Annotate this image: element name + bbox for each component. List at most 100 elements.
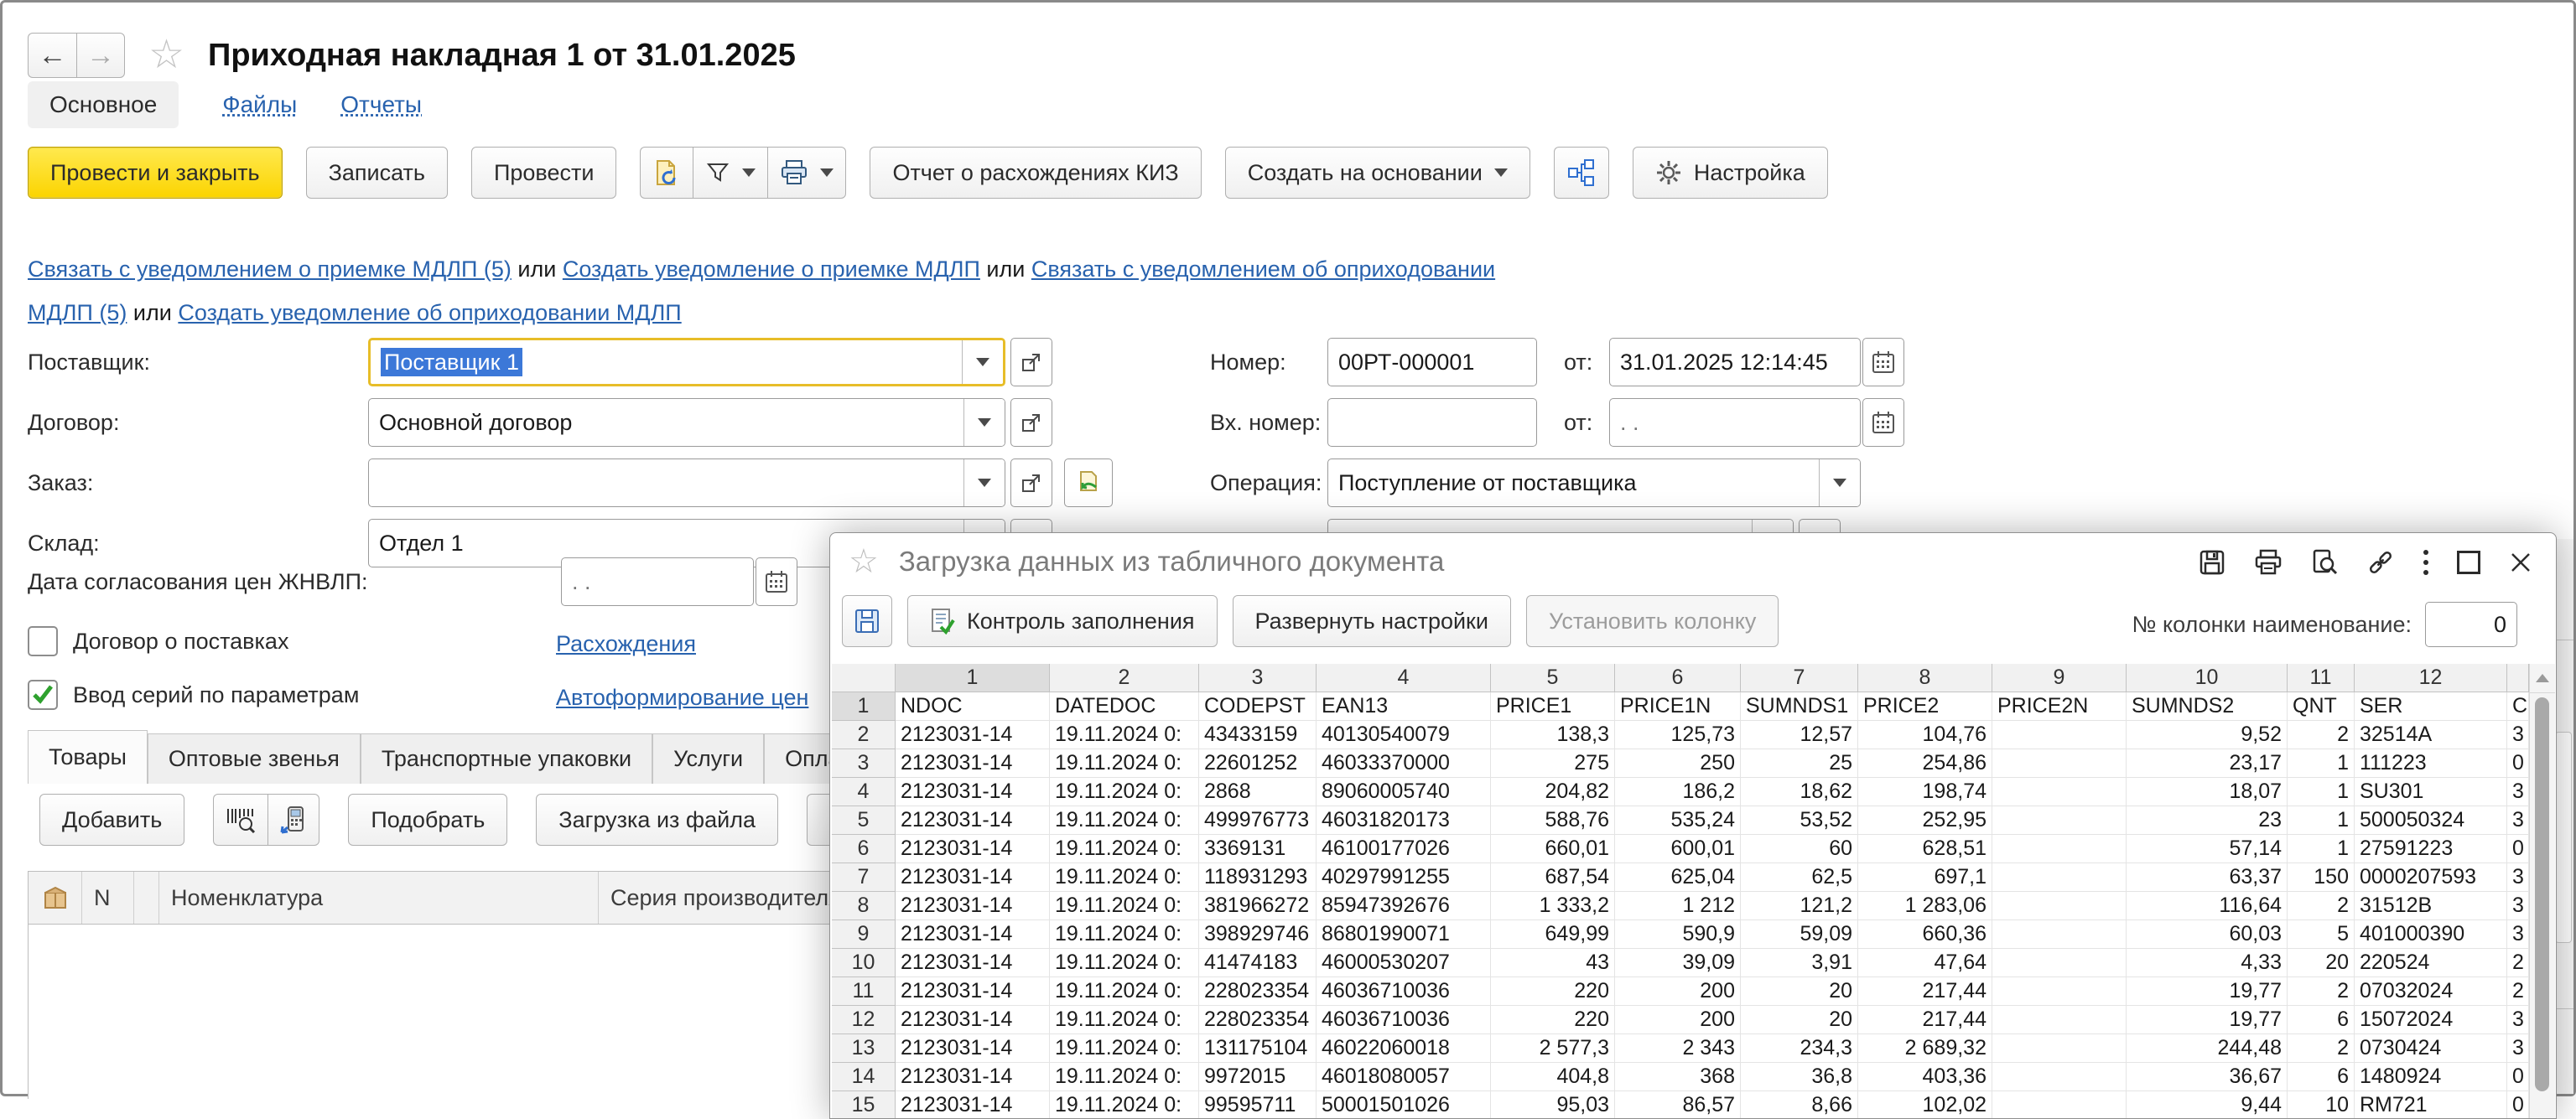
- grid-cell[interactable]: 19.11.2024 0:: [1050, 778, 1199, 806]
- grid-cell[interactable]: 2868: [1199, 778, 1317, 806]
- link-bind-posting-mdlp-wrap[interactable]: МДЛП (5): [28, 300, 127, 325]
- grid-cell[interactable]: 217,44: [1858, 1006, 1992, 1034]
- filter-button[interactable]: [693, 147, 767, 199]
- post-and-close-button[interactable]: Провести и закрыть: [28, 147, 283, 199]
- grid-cell[interactable]: 1480924: [2355, 1063, 2507, 1091]
- column-header[interactable]: 11: [2288, 664, 2355, 692]
- grid-cell[interactable]: 499976773: [1199, 806, 1317, 835]
- grid-cell[interactable]: 118931293: [1199, 863, 1317, 892]
- grid-cell[interactable]: 8,66: [1741, 1091, 1858, 1118]
- grid-cell[interactable]: 2123031-14: [896, 1006, 1050, 1034]
- grid-cell[interactable]: 46000530207: [1317, 949, 1491, 977]
- grid-cell[interactable]: 2123031-14: [896, 920, 1050, 949]
- grid-cell[interactable]: 36,8: [1741, 1063, 1858, 1091]
- row-number[interactable]: 11: [832, 977, 896, 1006]
- row-marker-column-header[interactable]: [29, 872, 82, 924]
- grid-cell[interactable]: 368: [1615, 1063, 1741, 1091]
- grid-cell[interactable]: 19.11.2024 0:: [1050, 977, 1199, 1006]
- grid-cell[interactable]: 89060005740: [1317, 778, 1491, 806]
- row-number[interactable]: 9: [832, 920, 896, 949]
- grid-cell[interactable]: 401000390: [2355, 920, 2507, 949]
- grid-cell[interactable]: 398929746: [1199, 920, 1317, 949]
- grid-cell[interactable]: 95,03: [1491, 1091, 1615, 1118]
- grid-cell[interactable]: 204,82: [1491, 778, 1615, 806]
- column-header[interactable]: 1: [896, 664, 1050, 692]
- grid-cell[interactable]: [1992, 1091, 2127, 1118]
- contract-field[interactable]: Основной договор: [368, 398, 1005, 447]
- grid-cell[interactable]: 3: [2507, 863, 2529, 892]
- column-header[interactable]: 7: [1741, 664, 1858, 692]
- grid-cell[interactable]: 2: [2507, 949, 2529, 977]
- grid-cell[interactable]: SUMNDS1: [1741, 692, 1858, 721]
- discrepancies-link[interactable]: Расхождения: [556, 631, 696, 656]
- grid-cell[interactable]: 1: [2288, 778, 2355, 806]
- grid-cell[interactable]: 3369131: [1199, 835, 1317, 863]
- grid-cell[interactable]: 46033370000: [1317, 749, 1491, 778]
- grid-cell[interactable]: 20: [1741, 1006, 1858, 1034]
- grid-cell[interactable]: 41474183: [1199, 949, 1317, 977]
- grid-cell[interactable]: 85947392676: [1317, 892, 1491, 920]
- grid-cell[interactable]: 2123031-14: [896, 1034, 1050, 1063]
- grid-cell[interactable]: 3: [2507, 1006, 2529, 1034]
- grid-cell[interactable]: 250: [1615, 749, 1741, 778]
- grid-cell[interactable]: DATEDOC: [1050, 692, 1199, 721]
- expand-settings-button[interactable]: Развернуть настройки: [1233, 595, 1511, 647]
- tab-reports[interactable]: Отчеты: [340, 91, 422, 118]
- grid-cell[interactable]: [1992, 892, 2127, 920]
- grid-cell[interactable]: 0: [2507, 1091, 2529, 1118]
- grid-cell[interactable]: 200: [1615, 1006, 1741, 1034]
- grid-cell[interactable]: 18,07: [2127, 778, 2288, 806]
- grid-cell[interactable]: 628,51: [1858, 835, 1992, 863]
- grid-cell[interactable]: 220524: [2355, 949, 2507, 977]
- grid-cell[interactable]: 3,91: [1741, 949, 1858, 977]
- grid-cell[interactable]: 150: [2288, 863, 2355, 892]
- grid-cell[interactable]: 15072024: [2355, 1006, 2507, 1034]
- grid-cell[interactable]: 5: [2288, 920, 2355, 949]
- grid-cell[interactable]: 198,74: [1858, 778, 1992, 806]
- grid-cell[interactable]: SER: [2355, 692, 2507, 721]
- column-header[interactable]: 12: [2355, 664, 2507, 692]
- grid-cell[interactable]: [1992, 863, 2127, 892]
- grid-cell[interactable]: [1992, 1006, 2127, 1034]
- grid-cell[interactable]: 275: [1491, 749, 1615, 778]
- auto-prices-link[interactable]: Автоформирование цен: [556, 685, 808, 710]
- column-header[interactable]: 10: [2127, 664, 2288, 692]
- dialog-link-button[interactable]: [2366, 548, 2395, 577]
- grid-cell[interactable]: 6: [2288, 1063, 2355, 1091]
- grid-cell[interactable]: 697,1: [1858, 863, 1992, 892]
- grid-cell[interactable]: 3: [2507, 1034, 2529, 1063]
- column-header[interactable]: 4: [1317, 664, 1491, 692]
- operation-field[interactable]: Поступление от поставщика: [1327, 458, 1861, 507]
- dialog-favorite-star-icon[interactable]: ☆: [849, 545, 879, 578]
- grid-cell[interactable]: 10: [2288, 1091, 2355, 1118]
- grid-cell[interactable]: 2123031-14: [896, 778, 1050, 806]
- grid-cell[interactable]: 60: [1741, 835, 1858, 863]
- grid-cell[interactable]: 2123031-14: [896, 749, 1050, 778]
- grid-cell[interactable]: 6: [2288, 1006, 2355, 1034]
- grid-cell[interactable]: 687,54: [1491, 863, 1615, 892]
- grid-cell[interactable]: 0: [2507, 749, 2529, 778]
- grid-cell[interactable]: 19.11.2024 0:: [1050, 892, 1199, 920]
- order-field[interactable]: [368, 458, 1005, 507]
- number-field[interactable]: 00РТ-000001: [1327, 338, 1537, 386]
- scroll-up-button[interactable]: [2530, 664, 2555, 693]
- grid-cell[interactable]: PRICE1: [1491, 692, 1615, 721]
- grid-cell[interactable]: 22601252: [1199, 749, 1317, 778]
- grid-cell[interactable]: 2123031-14: [896, 835, 1050, 863]
- series-params-checkbox[interactable]: [28, 680, 58, 710]
- grid-cell[interactable]: PRICE2N: [1992, 692, 2127, 721]
- grid-cell[interactable]: 19,77: [2127, 1006, 2288, 1034]
- column-header[interactable]: 2: [1050, 664, 1199, 692]
- grid-cell[interactable]: 2 689,32: [1858, 1034, 1992, 1063]
- dialog-preview-button[interactable]: [2311, 549, 2338, 576]
- grid-cell[interactable]: 1 283,06: [1858, 892, 1992, 920]
- grid-cell[interactable]: 2123031-14: [896, 977, 1050, 1006]
- grid-cell[interactable]: 244,48: [2127, 1034, 2288, 1063]
- incoming-number-field[interactable]: [1327, 398, 1537, 447]
- grid-cell[interactable]: 125,73: [1615, 721, 1741, 749]
- grid-cell[interactable]: 9972015: [1199, 1063, 1317, 1091]
- grid-cell[interactable]: 19.11.2024 0:: [1050, 835, 1199, 863]
- grid-cell[interactable]: 19.11.2024 0:: [1050, 1091, 1199, 1118]
- dialog-more-button[interactable]: [2423, 550, 2428, 575]
- grid-cell[interactable]: 46036710036: [1317, 1006, 1491, 1034]
